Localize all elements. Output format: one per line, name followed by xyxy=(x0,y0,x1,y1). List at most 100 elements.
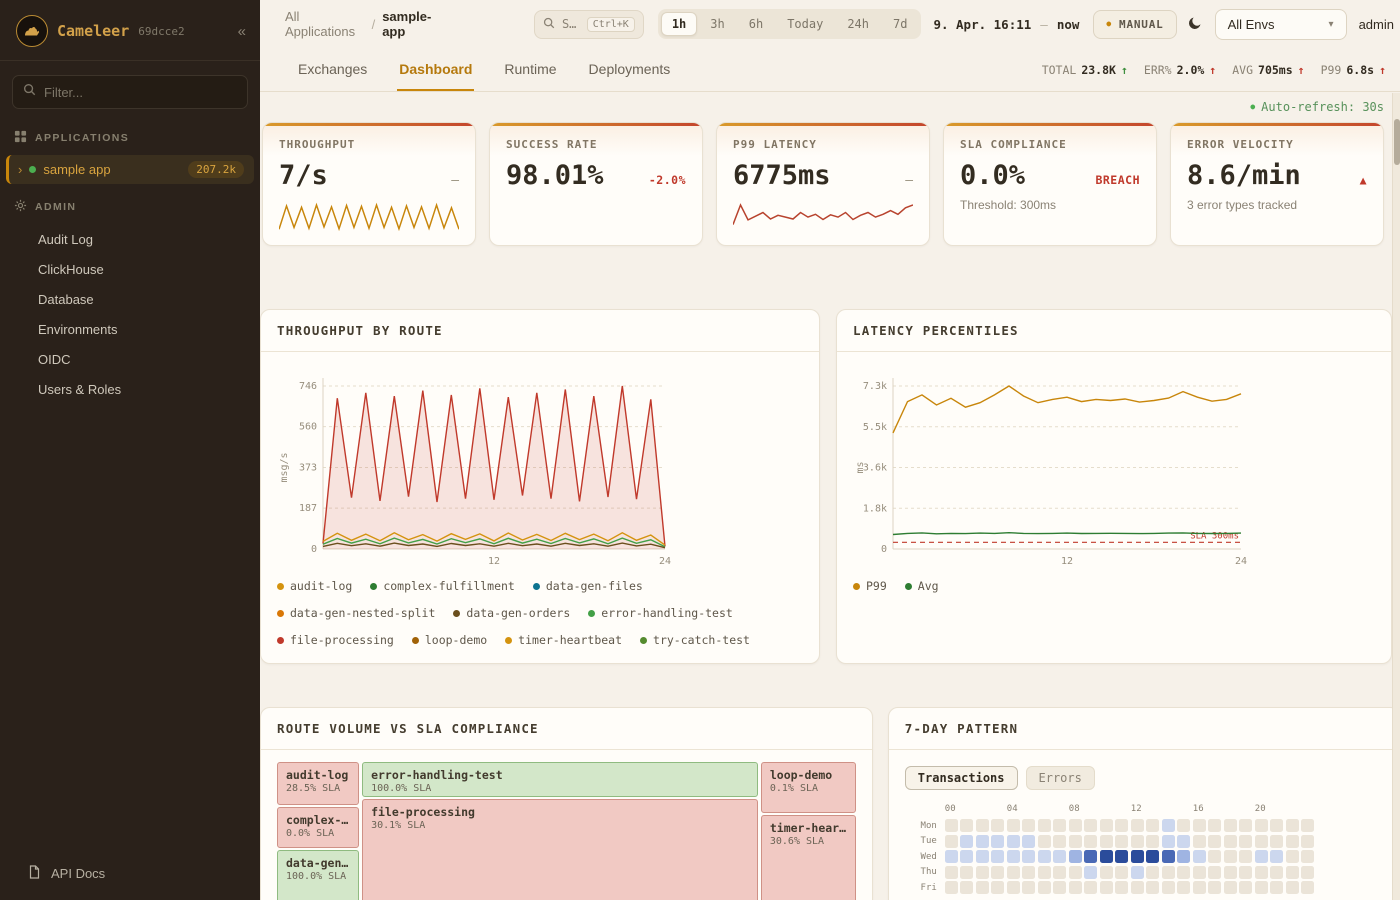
tab-deployments[interactable]: Deployments xyxy=(587,48,673,91)
admin-nav: Audit Log ClickHouse Database Environmen… xyxy=(0,224,260,404)
range-1h[interactable]: 1h xyxy=(661,12,697,36)
breadcrumb: All Applications / sample-app xyxy=(285,9,448,39)
treemap-box-file-processing[interactable]: file-processing30.1% SLA xyxy=(362,799,758,900)
legend-item-loop-demo[interactable]: loop-demo xyxy=(412,633,487,647)
scrollbar-thumb[interactable] xyxy=(1394,119,1400,165)
heatmap-cell xyxy=(960,866,973,879)
sidebar-item-environments[interactable]: Environments xyxy=(0,314,260,344)
range-24h[interactable]: 24h xyxy=(836,12,880,36)
heatmap-cell xyxy=(1301,819,1314,832)
legend-item-file-processing[interactable]: file-processing xyxy=(277,633,394,647)
heatmap-cell xyxy=(991,835,1004,848)
sidebar-item-audit-log[interactable]: Audit Log xyxy=(0,224,260,254)
heatmap-cell xyxy=(1301,881,1314,894)
sidebar-item-oidc[interactable]: OIDC xyxy=(0,344,260,374)
heatmap-cell xyxy=(945,850,958,863)
search-text: S… xyxy=(562,17,576,31)
heatmap-cell xyxy=(1301,866,1314,879)
tab-runtime[interactable]: Runtime xyxy=(502,48,558,91)
heatmap-cell xyxy=(976,881,989,894)
heatmap-cell xyxy=(1193,819,1206,832)
heatmap-cell xyxy=(1100,850,1113,863)
sidebar-item-sample-app[interactable]: › sample app 207.2k xyxy=(6,155,254,184)
sidebar-item-users-roles[interactable]: Users & Roles xyxy=(0,374,260,404)
heatmap-cell xyxy=(1301,835,1314,848)
legend-item-data-gen-files[interactable]: data-gen-files xyxy=(533,579,643,593)
sidebar-collapse-button[interactable]: « xyxy=(238,23,246,40)
stat-err: ERR%2.0%↑ xyxy=(1144,63,1216,77)
legend-item-timer-heartbeat[interactable]: timer-heartbeat xyxy=(505,633,622,647)
heatmap-cell xyxy=(1208,866,1221,879)
heatmap-cell xyxy=(1100,881,1113,894)
arrow-up-icon: ↑ xyxy=(1121,63,1128,77)
toggle-transactions[interactable]: Transactions xyxy=(905,766,1018,790)
range-today[interactable]: Today xyxy=(776,12,834,36)
tab-dashboard[interactable]: Dashboard xyxy=(397,48,474,91)
brand-name: Cameleer xyxy=(57,22,129,40)
heatmap-cell xyxy=(1270,850,1283,863)
heatmap-cell xyxy=(1224,881,1237,894)
filter-input[interactable] xyxy=(44,85,237,100)
heatmap-cell xyxy=(1131,850,1144,863)
sidebar-item-clickhouse[interactable]: ClickHouse xyxy=(0,254,260,284)
date-range[interactable]: 9. Apr. 16:11 — now xyxy=(933,17,1079,32)
legend-item-Avg[interactable]: Avg xyxy=(905,579,939,593)
user-menu[interactable]: admin xyxy=(1359,17,1394,32)
range-7d[interactable]: 7d xyxy=(882,12,918,36)
panel-title: ROUTE VOLUME VS SLA COMPLIANCE xyxy=(261,708,872,750)
kpi-card-error-velocity: ERROR VELOCITY 8.6/min▲ 3 error types tr… xyxy=(1170,122,1384,246)
treemap-box-error-handling-test[interactable]: error-handling-test100.0% SLA xyxy=(362,762,758,797)
topbar: All Applications / sample-app S… Ctrl+K … xyxy=(260,0,1400,48)
legend-item-audit-log[interactable]: audit-log xyxy=(277,579,352,593)
legend-item-data-gen-nested-split[interactable]: data-gen-nested-split xyxy=(277,606,435,620)
legend-item-error-handling-test[interactable]: error-handling-test xyxy=(588,606,733,620)
treemap-box-loop-demo[interactable]: loop-demo0.1% SLA xyxy=(761,762,856,813)
heatmap-cell xyxy=(1146,866,1159,879)
treemap-box-timer-heartbeat[interactable]: timer-heartbeat30.6% SLA xyxy=(761,815,856,900)
api-docs-link[interactable]: API Docs xyxy=(0,851,260,900)
heatmap-cell xyxy=(1131,819,1144,832)
heatmap-cell xyxy=(1286,850,1299,863)
sidebar-filter[interactable] xyxy=(12,75,248,109)
range-6h[interactable]: 6h xyxy=(738,12,774,36)
legend-item-P99[interactable]: P99 xyxy=(853,579,887,593)
heatmap-cell xyxy=(1053,819,1066,832)
heatmap-cell xyxy=(991,850,1004,863)
chart-legend: audit-log complex-fulfillment data-gen-fil… xyxy=(277,579,803,647)
heatmap-cell xyxy=(1270,881,1283,894)
global-search[interactable]: S… Ctrl+K xyxy=(534,10,644,39)
dark-mode-toggle[interactable] xyxy=(1187,15,1203,34)
heatmap-cell xyxy=(1146,850,1159,863)
heatmap-cell xyxy=(945,835,958,848)
heatmap-cell xyxy=(1162,835,1175,848)
heatmap-cell xyxy=(991,819,1004,832)
env-select[interactable]: All Envs ▾ xyxy=(1215,9,1347,40)
heatmap-toggle-group: Transactions Errors xyxy=(905,766,1383,790)
heatmap-cell xyxy=(1286,835,1299,848)
legend-item-data-gen-orders[interactable]: data-gen-orders xyxy=(453,606,570,620)
sidebar-item-database[interactable]: Database xyxy=(0,284,260,314)
app-count-badge: 207.2k xyxy=(188,161,244,178)
tab-exchanges[interactable]: Exchanges xyxy=(296,48,369,91)
kpi-subtitle: Threshold: 300ms xyxy=(960,198,1140,212)
breadcrumb-all-applications[interactable]: All Applications xyxy=(285,9,365,39)
range-3h[interactable]: 3h xyxy=(699,12,735,36)
heatmap-cell xyxy=(945,819,958,832)
kpi-value: 98.01% xyxy=(506,160,604,191)
stat-total: TOTAL23.8K↑ xyxy=(1042,63,1128,77)
treemap-box-complex-fulfillment[interactable]: complex-fulfillment0.0% SLA xyxy=(277,807,359,848)
heatmap-cell xyxy=(1239,881,1252,894)
heatmap-cell xyxy=(1007,866,1020,879)
heatmap-cell xyxy=(1239,850,1252,863)
treemap-box-audit-log[interactable]: audit-log28.5% SLA xyxy=(277,762,359,805)
heatmap-cell xyxy=(1162,850,1175,863)
search-icon xyxy=(23,83,36,101)
svg-text:3.6k: 3.6k xyxy=(863,463,887,474)
page-scrollbar[interactable] xyxy=(1392,93,1400,900)
manual-refresh-button[interactable]: ● MANUAL xyxy=(1093,10,1176,39)
toggle-errors[interactable]: Errors xyxy=(1026,766,1095,790)
legend-dot-icon xyxy=(277,610,284,617)
legend-item-complex-fulfillment[interactable]: complex-fulfillment xyxy=(370,579,515,593)
legend-item-try-catch-test[interactable]: try-catch-test xyxy=(640,633,750,647)
treemap-box-data-gen-files[interactable]: data-gen-files100.0% SLA xyxy=(277,850,359,900)
